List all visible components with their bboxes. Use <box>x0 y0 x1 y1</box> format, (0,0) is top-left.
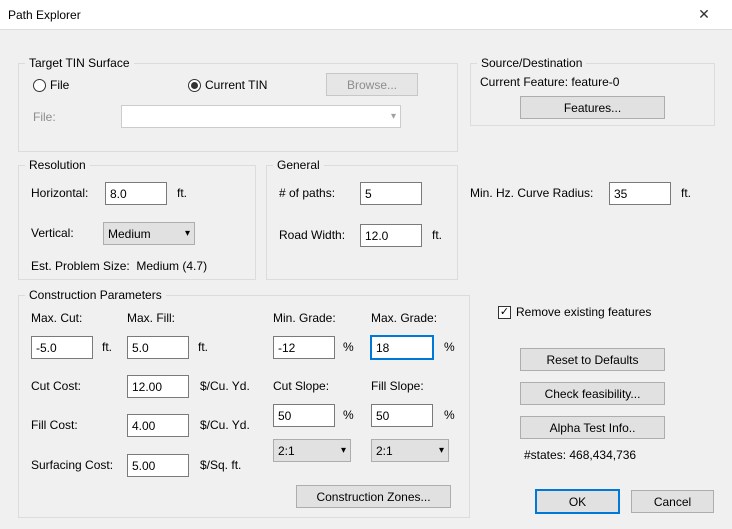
surf-cost-label: Surfacing Cost: <box>31 458 113 472</box>
features-button[interactable]: Features... <box>520 96 665 119</box>
cut-cost-unit: $/Cu. Yd. <box>200 379 250 393</box>
est-problem-size: Est. Problem Size: Medium (4.7) <box>31 259 207 273</box>
file-radio-label: File <box>50 78 69 92</box>
max-cut-input[interactable] <box>31 336 93 359</box>
fill-slope-input[interactable] <box>371 404 433 427</box>
target-tin-legend: Target TIN Surface <box>25 56 134 70</box>
fill-cost-unit: $/Cu. Yd. <box>200 418 250 432</box>
min-grade-pct: % <box>343 340 354 354</box>
max-fill-label: Max. Fill: <box>127 311 175 325</box>
browse-button: Browse... <box>326 73 418 96</box>
alpha-test-info-button[interactable]: Alpha Test Info.. <box>520 416 665 439</box>
chevron-down-icon: ▾ <box>439 446 444 456</box>
paths-input[interactable] <box>360 182 422 205</box>
cut-slope-label: Cut Slope: <box>273 379 329 393</box>
close-icon[interactable]: ✕ <box>684 1 724 29</box>
fill-slope-label: Fill Slope: <box>371 379 424 393</box>
check-feasibility-button[interactable]: Check feasibility... <box>520 382 665 405</box>
file-label: File: <box>33 110 56 124</box>
construction-zones-button[interactable]: Construction Zones... <box>296 485 451 508</box>
states-value: 468,434,736 <box>569 448 636 462</box>
chevron-down-icon: ▾ <box>185 229 190 239</box>
srcdest-legend: Source/Destination <box>477 56 586 70</box>
radius-input[interactable] <box>609 182 671 205</box>
cut-cost-label: Cut Cost: <box>31 379 81 393</box>
max-grade-input[interactable] <box>371 336 433 359</box>
min-grade-input[interactable] <box>273 336 335 359</box>
max-grade-pct: % <box>444 340 455 354</box>
horizontal-label: Horizontal: <box>31 186 88 200</box>
radius-unit: ft. <box>681 186 691 200</box>
remove-features-check[interactable]: ✓Remove existing features <box>498 305 651 319</box>
fill-slope-pct: % <box>444 408 455 422</box>
current-feature-value: feature-0 <box>571 75 619 89</box>
states-label: #states: 468,434,736 <box>524 448 636 462</box>
max-grade-label: Max. Grade: <box>371 311 437 325</box>
est-problem-size-value: Medium (4.7) <box>136 259 207 273</box>
ok-button[interactable]: OK <box>536 490 619 513</box>
cut-slope-input[interactable] <box>273 404 335 427</box>
current-tin-radio[interactable]: Current TIN <box>188 78 267 92</box>
cancel-button[interactable]: Cancel <box>631 490 714 513</box>
chevron-down-icon: ▾ <box>341 446 346 456</box>
fill-cost-input[interactable] <box>127 414 189 437</box>
horizontal-unit: ft. <box>177 186 187 200</box>
vertical-label: Vertical: <box>31 226 74 240</box>
road-width-unit: ft. <box>432 228 442 242</box>
file-combo: ▾ <box>121 105 401 128</box>
cut-ratio-combo[interactable]: 2:1▾ <box>273 439 351 462</box>
current-feature-label: Current Feature: feature-0 <box>480 75 619 89</box>
road-width-label: Road Width: <box>279 228 345 242</box>
min-grade-label: Min. Grade: <box>273 311 336 325</box>
remove-features-label: Remove existing features <box>516 305 651 319</box>
resolution-legend: Resolution <box>25 158 90 172</box>
max-fill-unit: ft. <box>198 340 208 354</box>
surf-cost-input[interactable] <box>127 454 189 477</box>
window-title: Path Explorer <box>8 8 684 22</box>
road-width-input[interactable] <box>360 224 422 247</box>
cut-slope-pct: % <box>343 408 354 422</box>
vertical-combo[interactable]: Medium ▾ <box>103 222 195 245</box>
max-fill-input[interactable] <box>127 336 189 359</box>
paths-label: # of paths: <box>279 186 335 200</box>
horizontal-input[interactable] <box>105 182 167 205</box>
target-tin-group: Target TIN Surface <box>18 56 458 152</box>
max-cut-label: Max. Cut: <box>31 311 82 325</box>
general-group: General <box>266 158 458 280</box>
current-tin-radio-label: Current TIN <box>205 78 267 92</box>
reset-defaults-button[interactable]: Reset to Defaults <box>520 348 665 371</box>
fill-cost-label: Fill Cost: <box>31 418 78 432</box>
construction-legend: Construction Parameters <box>25 288 166 302</box>
file-radio[interactable]: File <box>33 78 69 92</box>
max-cut-unit: ft. <box>102 340 112 354</box>
general-legend: General <box>273 158 324 172</box>
cut-cost-input[interactable] <box>127 375 189 398</box>
surf-cost-unit: $/Sq. ft. <box>200 458 241 472</box>
radius-label: Min. Hz. Curve Radius: <box>470 186 593 200</box>
chevron-down-icon: ▾ <box>391 112 396 122</box>
fill-ratio-combo[interactable]: 2:1▾ <box>371 439 449 462</box>
